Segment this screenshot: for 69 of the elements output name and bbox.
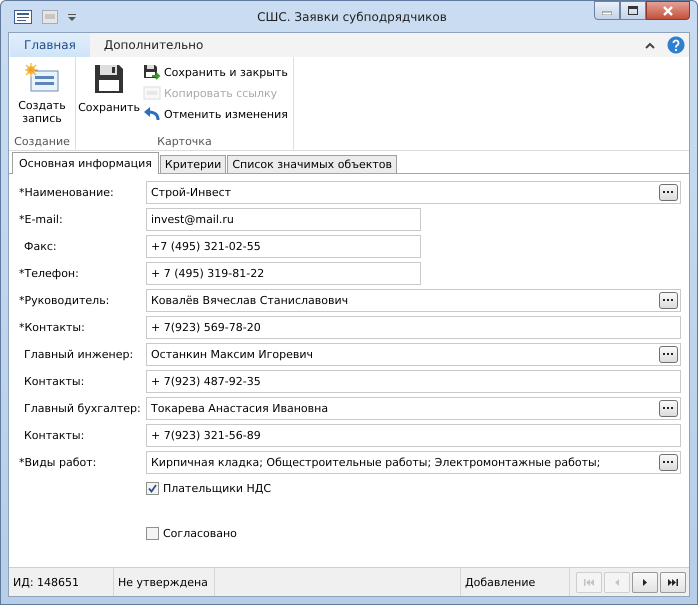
close-icon: [663, 6, 673, 16]
tab[interactable]: Критерии: [160, 155, 226, 173]
help-icon[interactable]: [667, 36, 685, 54]
ellipsis-icon: [663, 352, 674, 356]
undo-icon: [143, 106, 161, 122]
record-id: ИД: 148651: [13, 576, 80, 588]
status-text: Не утверждена: [118, 576, 208, 588]
ribbon-button[interactable]: Отменить изменения: [141, 105, 290, 123]
ellipsis-icon: [663, 190, 674, 194]
lookup-button[interactable]: [659, 184, 678, 200]
field-label: Контакты:: [23, 428, 86, 442]
lookup-button[interactable]: [659, 454, 678, 470]
checkbox-label: Плательщики НДС: [163, 482, 272, 494]
input-field[interactable]: Ковалёв Вячеслав Станиславович: [146, 288, 681, 312]
minimize-button[interactable]: [594, 1, 620, 20]
tab[interactable]: Основная информация: [12, 152, 159, 174]
lookup-button[interactable]: [659, 400, 678, 416]
first-record-icon: [584, 578, 594, 586]
input-field[interactable]: Строй-Инвест: [146, 180, 681, 204]
nav-button[interactable]: [632, 572, 658, 592]
tab[interactable]: Список значимых объектов: [227, 155, 398, 173]
input-field[interactable]: + 7(923) 569-78-20: [146, 316, 681, 338]
field-label: *Виды работ:: [19, 456, 98, 468]
maximize-button[interactable]: [620, 1, 646, 20]
ellipsis-icon: [663, 460, 674, 464]
input-field[interactable]: + 7 (495) 319-81-22: [146, 262, 421, 284]
copy-link-icon: [143, 85, 161, 101]
input-field[interactable]: + 7(923) 487-92-35: [146, 370, 681, 392]
last-record-icon: [668, 578, 678, 586]
checkbox[interactable]: [146, 482, 159, 494]
ellipsis-icon: [663, 298, 674, 302]
ribbon-tab[interactable]: Главная: [10, 33, 90, 57]
ribbon-button[interactable]: Сохранить и закрыть: [141, 63, 290, 81]
field-label: Главный инженер:: [23, 348, 134, 360]
group-label: Создание: [13, 135, 71, 150]
input-field[interactable]: + 7(923) 321-56-89: [146, 424, 681, 446]
lookup-button[interactable]: [659, 346, 678, 362]
checkbox[interactable]: [146, 526, 159, 540]
checkmark-icon: [148, 484, 157, 492]
field-label: Факс:: [23, 240, 58, 252]
input-field[interactable]: Останкин Максим Игоревич: [146, 342, 681, 366]
mode-text: Добавление: [465, 576, 536, 588]
input-field[interactable]: Токарева Анастасия Ивановна: [146, 396, 681, 420]
field-label: *Руководитель:: [19, 294, 110, 306]
collapse-icon[interactable]: [645, 42, 655, 48]
field-label: *Контакты:: [19, 320, 86, 334]
lookup-button[interactable]: [659, 292, 678, 308]
field-label: *E-mail:: [19, 212, 64, 226]
save-close-icon: [143, 64, 161, 80]
field-label: Контакты:: [23, 374, 86, 388]
dropdown-icon[interactable]: [68, 12, 76, 20]
ellipsis-icon: [663, 406, 674, 410]
ribbon-tab[interactable]: Дополнительно: [90, 33, 218, 57]
nav-button[interactable]: [660, 572, 686, 592]
close-button[interactable]: [646, 1, 690, 20]
group-label: Карточка: [156, 135, 213, 150]
field-label: *Наименование:: [19, 186, 115, 198]
maximize-icon: [628, 6, 638, 15]
input-field[interactable]: Кирпичная кладка; Общестроительные работы; Электромонтажные работы;: [146, 450, 681, 474]
form-icon[interactable]: [14, 10, 32, 24]
ribbon-button[interactable]: Создать запись: [12, 59, 72, 135]
field-label: *Телефон:: [19, 266, 80, 280]
ribbon-button[interactable]: Сохранить: [79, 59, 139, 135]
new-record-icon: [25, 63, 59, 93]
checkbox-label: Согласовано: [163, 526, 237, 540]
input-field[interactable]: +7 (495) 321-02-55: [146, 234, 421, 258]
window-title: СШС. Заявки субподрядчиков: [256, 10, 448, 24]
input-field[interactable]: invest@mail.ru: [146, 208, 421, 230]
field-label: Главный бухгалтер:: [23, 402, 142, 414]
